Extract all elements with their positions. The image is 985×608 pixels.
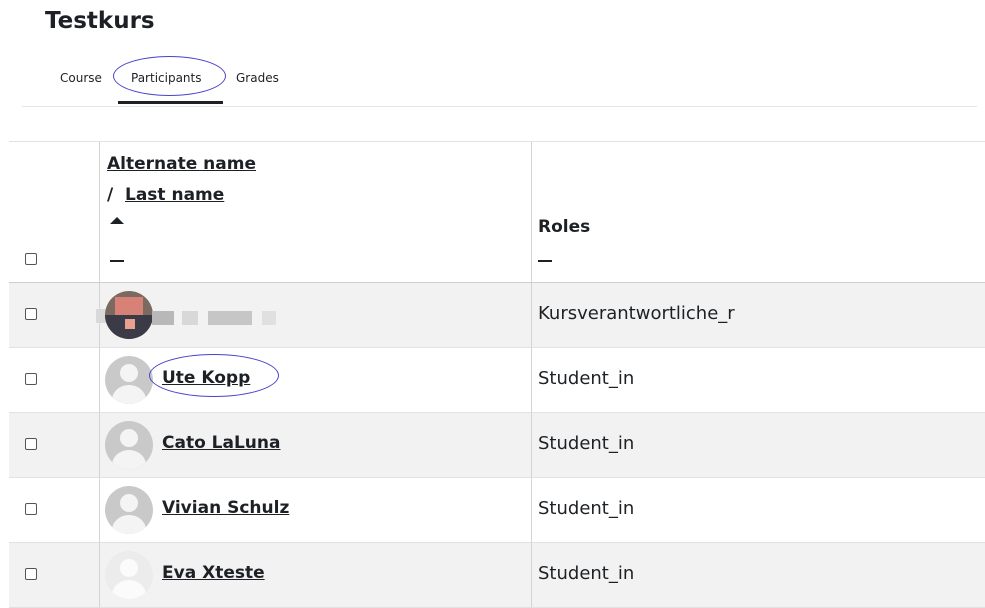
table-row: Cato LaLuna Student_in [9, 413, 985, 478]
row-checkbox[interactable] [25, 568, 37, 580]
role-label: Student_in [538, 563, 635, 584]
avatar-torso-shape [112, 385, 146, 404]
default-avatar-icon[interactable] [105, 421, 153, 469]
row-role-cell: Kursverantwortliche_r [532, 283, 985, 347]
blurred-name-fragment [208, 311, 252, 325]
collapse-name-column-icon[interactable] [110, 260, 124, 262]
default-avatar-icon[interactable] [105, 551, 153, 599]
row-name-cell: Cato LaLuna [100, 413, 532, 477]
avatar-head-shape [120, 364, 138, 382]
header-select-cell [9, 142, 100, 282]
role-label: Student_in [538, 368, 635, 389]
row-checkbox[interactable] [25, 308, 37, 320]
table-row: Eva Xteste Student_in [9, 543, 985, 608]
row-select-cell [9, 413, 100, 477]
row-select-cell [9, 283, 100, 347]
participant-name-link[interactable]: Eva Xteste [162, 563, 265, 583]
table-row: Ute Kopp Student_in [9, 348, 985, 413]
collapse-roles-column-icon[interactable] [538, 260, 552, 262]
avatar-head-shape [120, 494, 138, 512]
select-all-checkbox[interactable] [25, 253, 37, 265]
row-role-cell: Student_in [532, 348, 985, 412]
row-select-cell [9, 478, 100, 542]
row-name-cell: Ute Kopp [100, 348, 532, 412]
role-label: Student_in [538, 498, 635, 519]
default-avatar-icon[interactable] [105, 356, 153, 404]
avatar-torso-shape [112, 450, 146, 469]
sort-ascending-icon[interactable] [110, 217, 124, 224]
blurred-name-fragment [182, 311, 198, 325]
row-select-cell [9, 543, 100, 607]
sort-alternate-name-link[interactable]: Alternate name [107, 154, 256, 174]
role-label: Student_in [538, 433, 635, 454]
header-name-cell: Alternate name / Last name [100, 142, 532, 282]
row-role-cell: Student_in [532, 413, 985, 477]
row-select-cell [9, 348, 100, 412]
table-header-row: Alternate name / Last name Roles [9, 141, 985, 284]
avatar-torso-shape [112, 580, 146, 599]
row-role-cell: Student_in [532, 478, 985, 542]
header-roles-cell: Roles [532, 142, 985, 282]
tab-course[interactable]: Course [60, 66, 102, 90]
row-checkbox[interactable] [25, 373, 37, 385]
table-row: Kursverantwortliche_r [9, 283, 985, 348]
blurred-name-fragment [262, 311, 276, 325]
tab-grades[interactable]: Grades [236, 66, 279, 90]
avatar-head-shape [120, 559, 138, 577]
sort-separator: / [107, 185, 114, 205]
avatar-photo-fragment [125, 319, 135, 329]
active-tab-indicator [118, 101, 223, 104]
participant-name-link[interactable]: Cato LaLuna [162, 433, 281, 453]
row-name-cell [96, 283, 532, 347]
participant-name-link[interactable]: Vivian Schulz [162, 498, 289, 518]
role-label: Kursverantwortliche_r [538, 303, 735, 324]
avatar[interactable] [105, 291, 153, 339]
row-checkbox[interactable] [25, 503, 37, 515]
default-avatar-icon[interactable] [105, 486, 153, 534]
row-role-cell: Student_in [532, 543, 985, 607]
row-name-cell: Vivian Schulz [100, 478, 532, 542]
roles-column-title: Roles [538, 217, 591, 237]
nav-divider [22, 106, 977, 107]
row-checkbox[interactable] [25, 438, 37, 450]
blurred-name-fragment [152, 311, 174, 325]
participant-name-link[interactable]: Ute Kopp [162, 368, 250, 388]
avatar-head-shape [120, 429, 138, 447]
sort-last-name-link[interactable]: Last name [125, 185, 224, 205]
table-row: Vivian Schulz Student_in [9, 478, 985, 543]
avatar-torso-shape [112, 515, 146, 534]
row-name-cell: Eva Xteste [100, 543, 532, 607]
course-title: Testkurs [45, 8, 155, 34]
tab-participants[interactable]: Participants [131, 66, 202, 90]
